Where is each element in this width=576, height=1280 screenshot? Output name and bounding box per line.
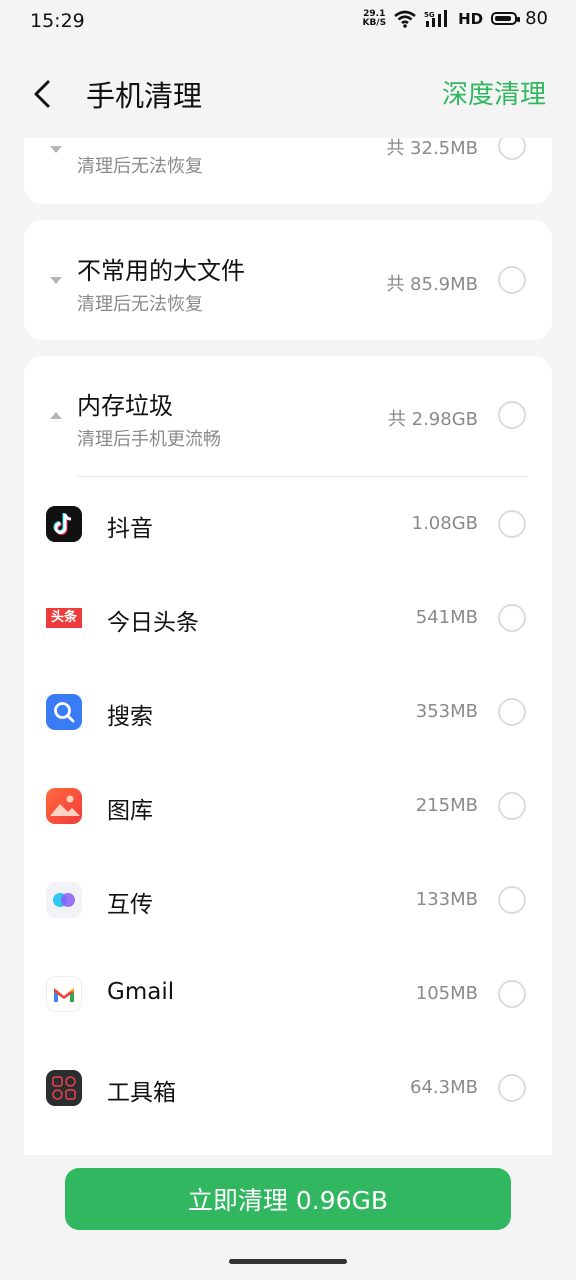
section-card-large-files[interactable]: 不常用的大文件 清理后无法恢复 共 85.9MB: [24, 220, 552, 340]
section-subtitle: 清理后无法恢复: [77, 156, 203, 177]
app-checkbox[interactable]: [498, 510, 526, 538]
network-speed: 29.1 KB/S: [362, 8, 387, 28]
app-name: Gmail: [107, 979, 175, 1005]
section-total: 共 85.9MB: [386, 274, 478, 295]
app-size: 133MB: [415, 889, 478, 910]
gallery-icon: [46, 788, 82, 824]
expand-arrow-icon[interactable]: [50, 146, 62, 153]
app-name: 搜索: [107, 704, 153, 730]
svg-text:5G: 5G: [424, 11, 435, 19]
list-item-transfer[interactable]: 互传 133MB: [24, 853, 552, 947]
list-item-douyin[interactable]: 抖音 1.08GB: [24, 477, 552, 571]
page-title: 手机清理: [86, 79, 203, 113]
gmail-icon: [46, 976, 82, 1012]
collapse-arrow-icon[interactable]: [50, 412, 62, 419]
deep-clean-button[interactable]: 深度清理: [442, 74, 546, 111]
app-checkbox[interactable]: [498, 604, 526, 632]
app-header: 手机清理 深度清理: [0, 60, 576, 130]
section-total: 共 32.5MB: [386, 138, 478, 159]
section-checkbox[interactable]: [498, 138, 526, 160]
toolbox-icon: [46, 1070, 82, 1106]
clean-now-button[interactable]: 立即清理 0.96GB: [65, 1168, 511, 1230]
status-time: 15:29: [30, 10, 85, 32]
app-checkbox[interactable]: [498, 792, 526, 820]
app-size: 215MB: [415, 795, 478, 816]
section-checkbox[interactable]: [498, 266, 526, 294]
toutiao-icon: 头条: [46, 600, 82, 636]
wifi-icon: [394, 10, 416, 28]
app-size: 105MB: [415, 983, 478, 1004]
app-size: 541MB: [415, 607, 478, 628]
section-subtitle: 清理后手机更流畅: [77, 429, 221, 450]
app-name: 抖音: [107, 516, 153, 542]
section-title: 内存垃圾: [77, 392, 173, 420]
content-scroll[interactable]: 清理后无法恢复 共 32.5MB 不常用的大文件 清理后无法恢复 共 85.9M…: [0, 138, 576, 1155]
app-size: 353MB: [415, 701, 478, 722]
battery-icon: [491, 12, 521, 25]
battery-level: 80: [525, 8, 548, 29]
app-checkbox[interactable]: [498, 698, 526, 726]
section-checkbox[interactable]: [498, 401, 526, 429]
hd-indicator: HD: [458, 9, 484, 28]
status-bar: 15:29 29.1 KB/S 5G HD 80: [0, 0, 576, 44]
section-total: 共 2.98GB: [387, 409, 478, 430]
list-item-search[interactable]: 搜索 353MB: [24, 665, 552, 759]
app-size: 1.08GB: [411, 513, 478, 534]
app-checkbox[interactable]: [498, 1074, 526, 1102]
app-name: 今日头条: [107, 610, 199, 636]
list-item-toolbox[interactable]: 工具箱 64.3MB: [24, 1041, 552, 1135]
search-app-icon: [46, 694, 82, 730]
section-card: 清理后无法恢复 共 32.5MB: [24, 138, 552, 204]
expand-arrow-icon[interactable]: [50, 277, 62, 284]
app-name: 互传: [107, 892, 153, 918]
list-item-gmail[interactable]: Gmail 105MB: [24, 947, 552, 1041]
app-name: 图库: [107, 798, 153, 824]
bottom-bar: 立即清理 0.96GB: [0, 1155, 576, 1280]
section-title: 不常用的大文件: [77, 257, 245, 285]
section-subtitle: 清理后无法恢复: [77, 294, 203, 315]
back-arrow-icon[interactable]: [28, 74, 58, 114]
app-name: 工具箱: [107, 1080, 176, 1106]
list-item-toutiao[interactable]: 头条 今日头条 541MB: [24, 571, 552, 665]
list-item-gallery[interactable]: 图库 215MB: [24, 759, 552, 853]
app-size: 64.3MB: [410, 1077, 478, 1098]
section-card-memory-junk: 内存垃圾 清理后手机更流畅 共 2.98GB 抖音 1.08GB 头条 今日头条…: [24, 356, 552, 1155]
transfer-icon: [46, 882, 82, 918]
app-checkbox[interactable]: [498, 980, 526, 1008]
cellular-signal-icon: 5G: [424, 9, 448, 27]
douyin-icon: [46, 506, 82, 542]
app-checkbox[interactable]: [498, 886, 526, 914]
home-indicator[interactable]: [229, 1259, 347, 1264]
